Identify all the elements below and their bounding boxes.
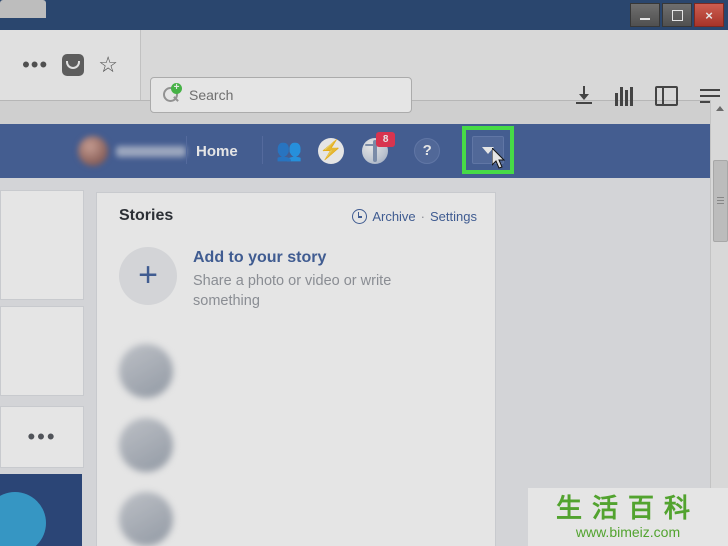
watermark-title: 生活百科 [555, 493, 700, 523]
clock-icon [352, 209, 368, 224]
sidebar-card-shortcuts[interactable] [0, 190, 84, 300]
avatar [119, 418, 173, 472]
minimize-icon [640, 18, 650, 20]
stories-header: Stories Archive · Settings [97, 193, 495, 241]
add-story-text: Add to your story Share a photo or video… [193, 247, 443, 327]
story-item[interactable] [119, 491, 479, 546]
scrollbar-thumb[interactable] [713, 160, 728, 242]
maximize-button[interactable] [662, 3, 692, 27]
toolbar-right-group [575, 77, 720, 115]
toolbar-left-group: ••• ☆ [0, 30, 141, 100]
help-icon[interactable]: ? [414, 138, 441, 164]
add-to-your-story[interactable]: + Add to your story Share a photo or vid… [119, 247, 479, 327]
stories-actions: Archive · Settings [352, 209, 477, 224]
sidebar-card-explore[interactable] [0, 306, 84, 396]
search-placeholder: Search [189, 87, 234, 103]
chevron-down-icon [482, 146, 494, 154]
search-plus-icon: + [161, 83, 182, 105]
bookmark-star-icon[interactable]: ☆ [98, 54, 118, 76]
settings-link[interactable]: Settings [430, 209, 477, 224]
profile-name [116, 145, 186, 157]
action-separator: · [420, 209, 426, 224]
grip-icon [717, 197, 724, 198]
profile-link[interactable] [78, 134, 198, 168]
library-icon[interactable] [615, 86, 633, 106]
minimize-button[interactable] [630, 3, 660, 27]
story-item[interactable] [119, 417, 479, 473]
nav-divider-left [186, 136, 187, 164]
friends-icon[interactable]: 👥 [276, 139, 302, 163]
screenshot-root: × ••• ☆ + Search Home 👥 ⚡ 8 ? ••• Storie… [0, 0, 728, 546]
avatar [119, 492, 173, 546]
account-menu-button[interactable] [472, 136, 504, 164]
facebook-nav-icons: 👥 ⚡ 8 ? [276, 132, 441, 169]
notifications-icon[interactable]: 8 [362, 132, 396, 164]
search-bar[interactable]: + Search [150, 77, 412, 113]
browser-toolbar: ••• ☆ + Search [0, 30, 728, 113]
page-scrollbar[interactable] [710, 100, 728, 546]
home-link[interactable]: Home [196, 140, 238, 164]
plus-icon: + [119, 247, 177, 305]
browser-tab[interactable] [0, 0, 46, 18]
downloads-icon[interactable] [575, 86, 593, 106]
add-story-title: Add to your story [193, 249, 327, 266]
stories-title: Stories [119, 207, 174, 224]
window-title-bar: × [0, 0, 728, 30]
pocket-icon[interactable] [62, 54, 85, 76]
scroll-up-button[interactable] [711, 100, 728, 117]
more-dots-icon: ••• [27, 424, 57, 449]
nav-divider-right [262, 136, 263, 164]
close-button[interactable]: × [694, 3, 724, 27]
messenger-icon[interactable]: ⚡ [318, 138, 345, 164]
stories-card: Stories Archive · Settings + Add to your… [96, 192, 496, 546]
sidebar-card-promo[interactable] [0, 474, 82, 546]
story-item[interactable] [119, 343, 479, 399]
avatar [119, 344, 173, 398]
left-sidebar: ••• [0, 178, 84, 546]
sidebar-icon[interactable] [655, 86, 678, 106]
add-story-subtitle: Share a photo or video or write somethin… [193, 273, 392, 309]
chevron-up-icon [715, 106, 724, 111]
window-controls: × [630, 3, 724, 27]
archive-link[interactable]: Archive [372, 209, 415, 224]
watermark-url: www.bimeiz.com [575, 524, 681, 540]
more-dots-icon[interactable]: ••• [22, 52, 48, 78]
maximize-icon [671, 9, 683, 21]
notifications-badge: 8 [376, 132, 396, 147]
avatar [78, 136, 108, 166]
close-icon: × [705, 7, 713, 23]
sidebar-card-more[interactable]: ••• [0, 406, 84, 468]
watermark: 生活百科 www.bimeiz.com [528, 488, 728, 546]
